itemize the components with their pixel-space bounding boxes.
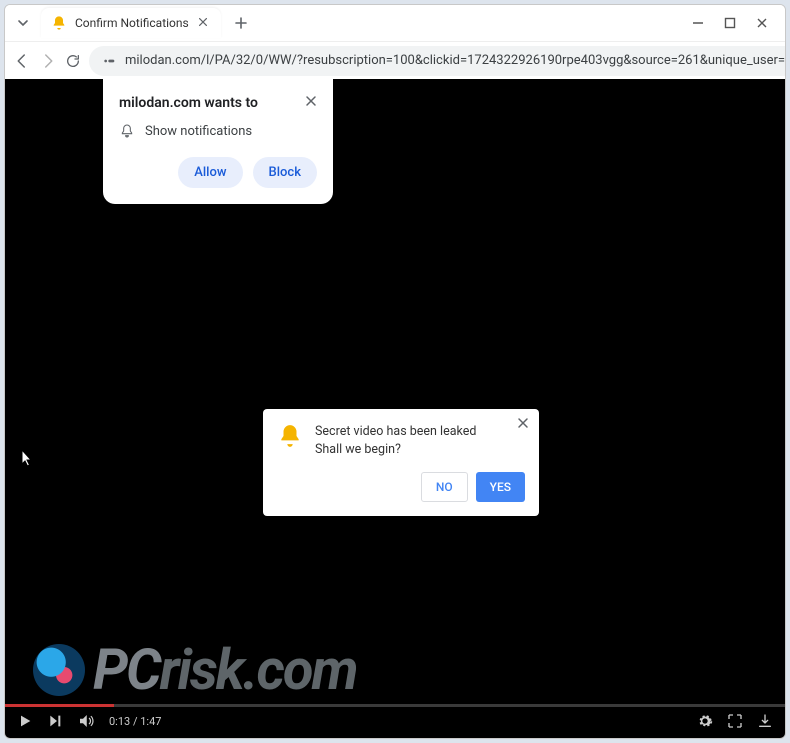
page-content: milodan.com wants to Show notifications … [5, 79, 785, 738]
page-notification-dialog: Secret video has been leaked Shall we be… [263, 409, 539, 516]
minimize-button[interactable] [691, 16, 705, 30]
title-bar: Confirm Notifications [5, 5, 785, 41]
bell-outline-icon [119, 123, 135, 139]
maximize-button[interactable] [723, 16, 737, 30]
volume-button[interactable] [77, 712, 95, 730]
new-tab-button[interactable] [227, 9, 255, 37]
window-controls [691, 5, 779, 41]
tab-title: Confirm Notifications [75, 16, 193, 30]
block-button[interactable]: Block [253, 157, 317, 188]
address-bar[interactable]: milodan.com/l/PA/32/0/WW/?resubscription… [89, 46, 786, 76]
watermark-text: PCrisk.com [93, 637, 357, 703]
progress-bar[interactable] [5, 704, 785, 707]
tab-close-button[interactable] [197, 16, 211, 30]
yes-button[interactable]: YES [476, 472, 525, 502]
time-display: 0:13 / 1:47 [109, 715, 161, 728]
no-button[interactable]: NO [421, 472, 468, 502]
back-button[interactable] [13, 47, 31, 75]
tab-search-button[interactable] [11, 11, 35, 35]
watermark: PCrisk.com [33, 637, 357, 703]
bell-icon [277, 423, 303, 449]
cursor-icon [21, 449, 35, 469]
download-button[interactable] [757, 713, 773, 729]
video-player-controls: 0:13 / 1:47 [5, 704, 785, 738]
allow-button[interactable]: Allow [178, 157, 242, 188]
browser-tab[interactable]: Confirm Notifications [41, 8, 221, 38]
permission-popup: milodan.com wants to Show notifications … [103, 79, 333, 204]
permission-close-button[interactable] [305, 95, 317, 107]
dialog-close-button[interactable] [517, 417, 529, 429]
url-text: milodan.com/l/PA/32/0/WW/?resubscription… [125, 53, 786, 68]
forward-button[interactable] [39, 47, 57, 75]
toolbar: milodan.com/l/PA/32/0/WW/?resubscription… [5, 41, 785, 79]
permission-text: Show notifications [145, 124, 252, 139]
browser-window: Confirm Notifications milodan.com/l/PA/3… [4, 4, 786, 739]
chevron-down-icon [17, 17, 29, 29]
dialog-message: Secret video has been leaked Shall we be… [315, 423, 476, 458]
play-button[interactable] [17, 713, 33, 729]
permission-site-label: milodan.com wants to [119, 95, 258, 111]
settings-button[interactable] [697, 713, 713, 729]
watermark-logo-icon [33, 644, 85, 696]
next-button[interactable] [47, 713, 63, 729]
bell-icon [51, 15, 67, 31]
close-window-button[interactable] [755, 16, 769, 30]
dialog-line1: Secret video has been leaked [315, 423, 476, 441]
site-info-icon[interactable] [101, 53, 117, 69]
dialog-line2: Shall we begin? [315, 441, 476, 459]
reload-button[interactable] [65, 47, 81, 75]
fullscreen-button[interactable] [727, 713, 743, 729]
